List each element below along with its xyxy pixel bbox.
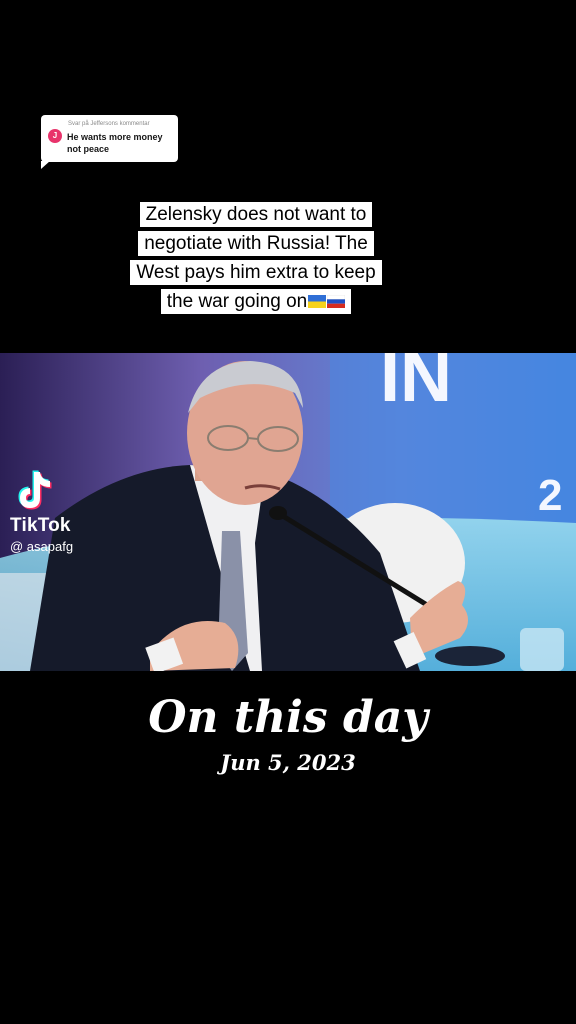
video-caption: Zelensky does not want to negotiate with… (100, 200, 412, 316)
caption-line-4: the war going on (166, 291, 308, 312)
caption-line-2: negotiate with Russia! The (138, 231, 374, 256)
reply-comment-text: He wants more money not peace (67, 132, 163, 154)
caption-line-1: Zelensky does not want to (139, 202, 373, 227)
reply-meta-label: Svar på Jeffersons kommentar (68, 121, 150, 127)
backdrop-letters: IN (380, 353, 452, 417)
video-scene: IN 2 (0, 353, 576, 671)
caption-line-3: West pays him extra to keep (130, 260, 382, 285)
reply-comment-bubble[interactable]: J Svar på Jeffersons kommentar He wants … (41, 115, 178, 169)
ukraine-flag-icon (308, 295, 327, 308)
tiktok-username-label[interactable]: @ asapafg (10, 539, 73, 554)
tiktok-brand-label: TikTok (10, 515, 71, 536)
video-frame[interactable]: IN 2 (0, 353, 576, 671)
backdrop-number: 2 (538, 471, 562, 520)
russia-flag-icon (327, 295, 346, 308)
tiktok-logo-icon (18, 470, 52, 510)
on-this-day-date: Jun 5, 2023 (220, 750, 356, 775)
commenter-avatar: J (48, 129, 62, 143)
on-this-day-title: On this day (148, 692, 428, 743)
